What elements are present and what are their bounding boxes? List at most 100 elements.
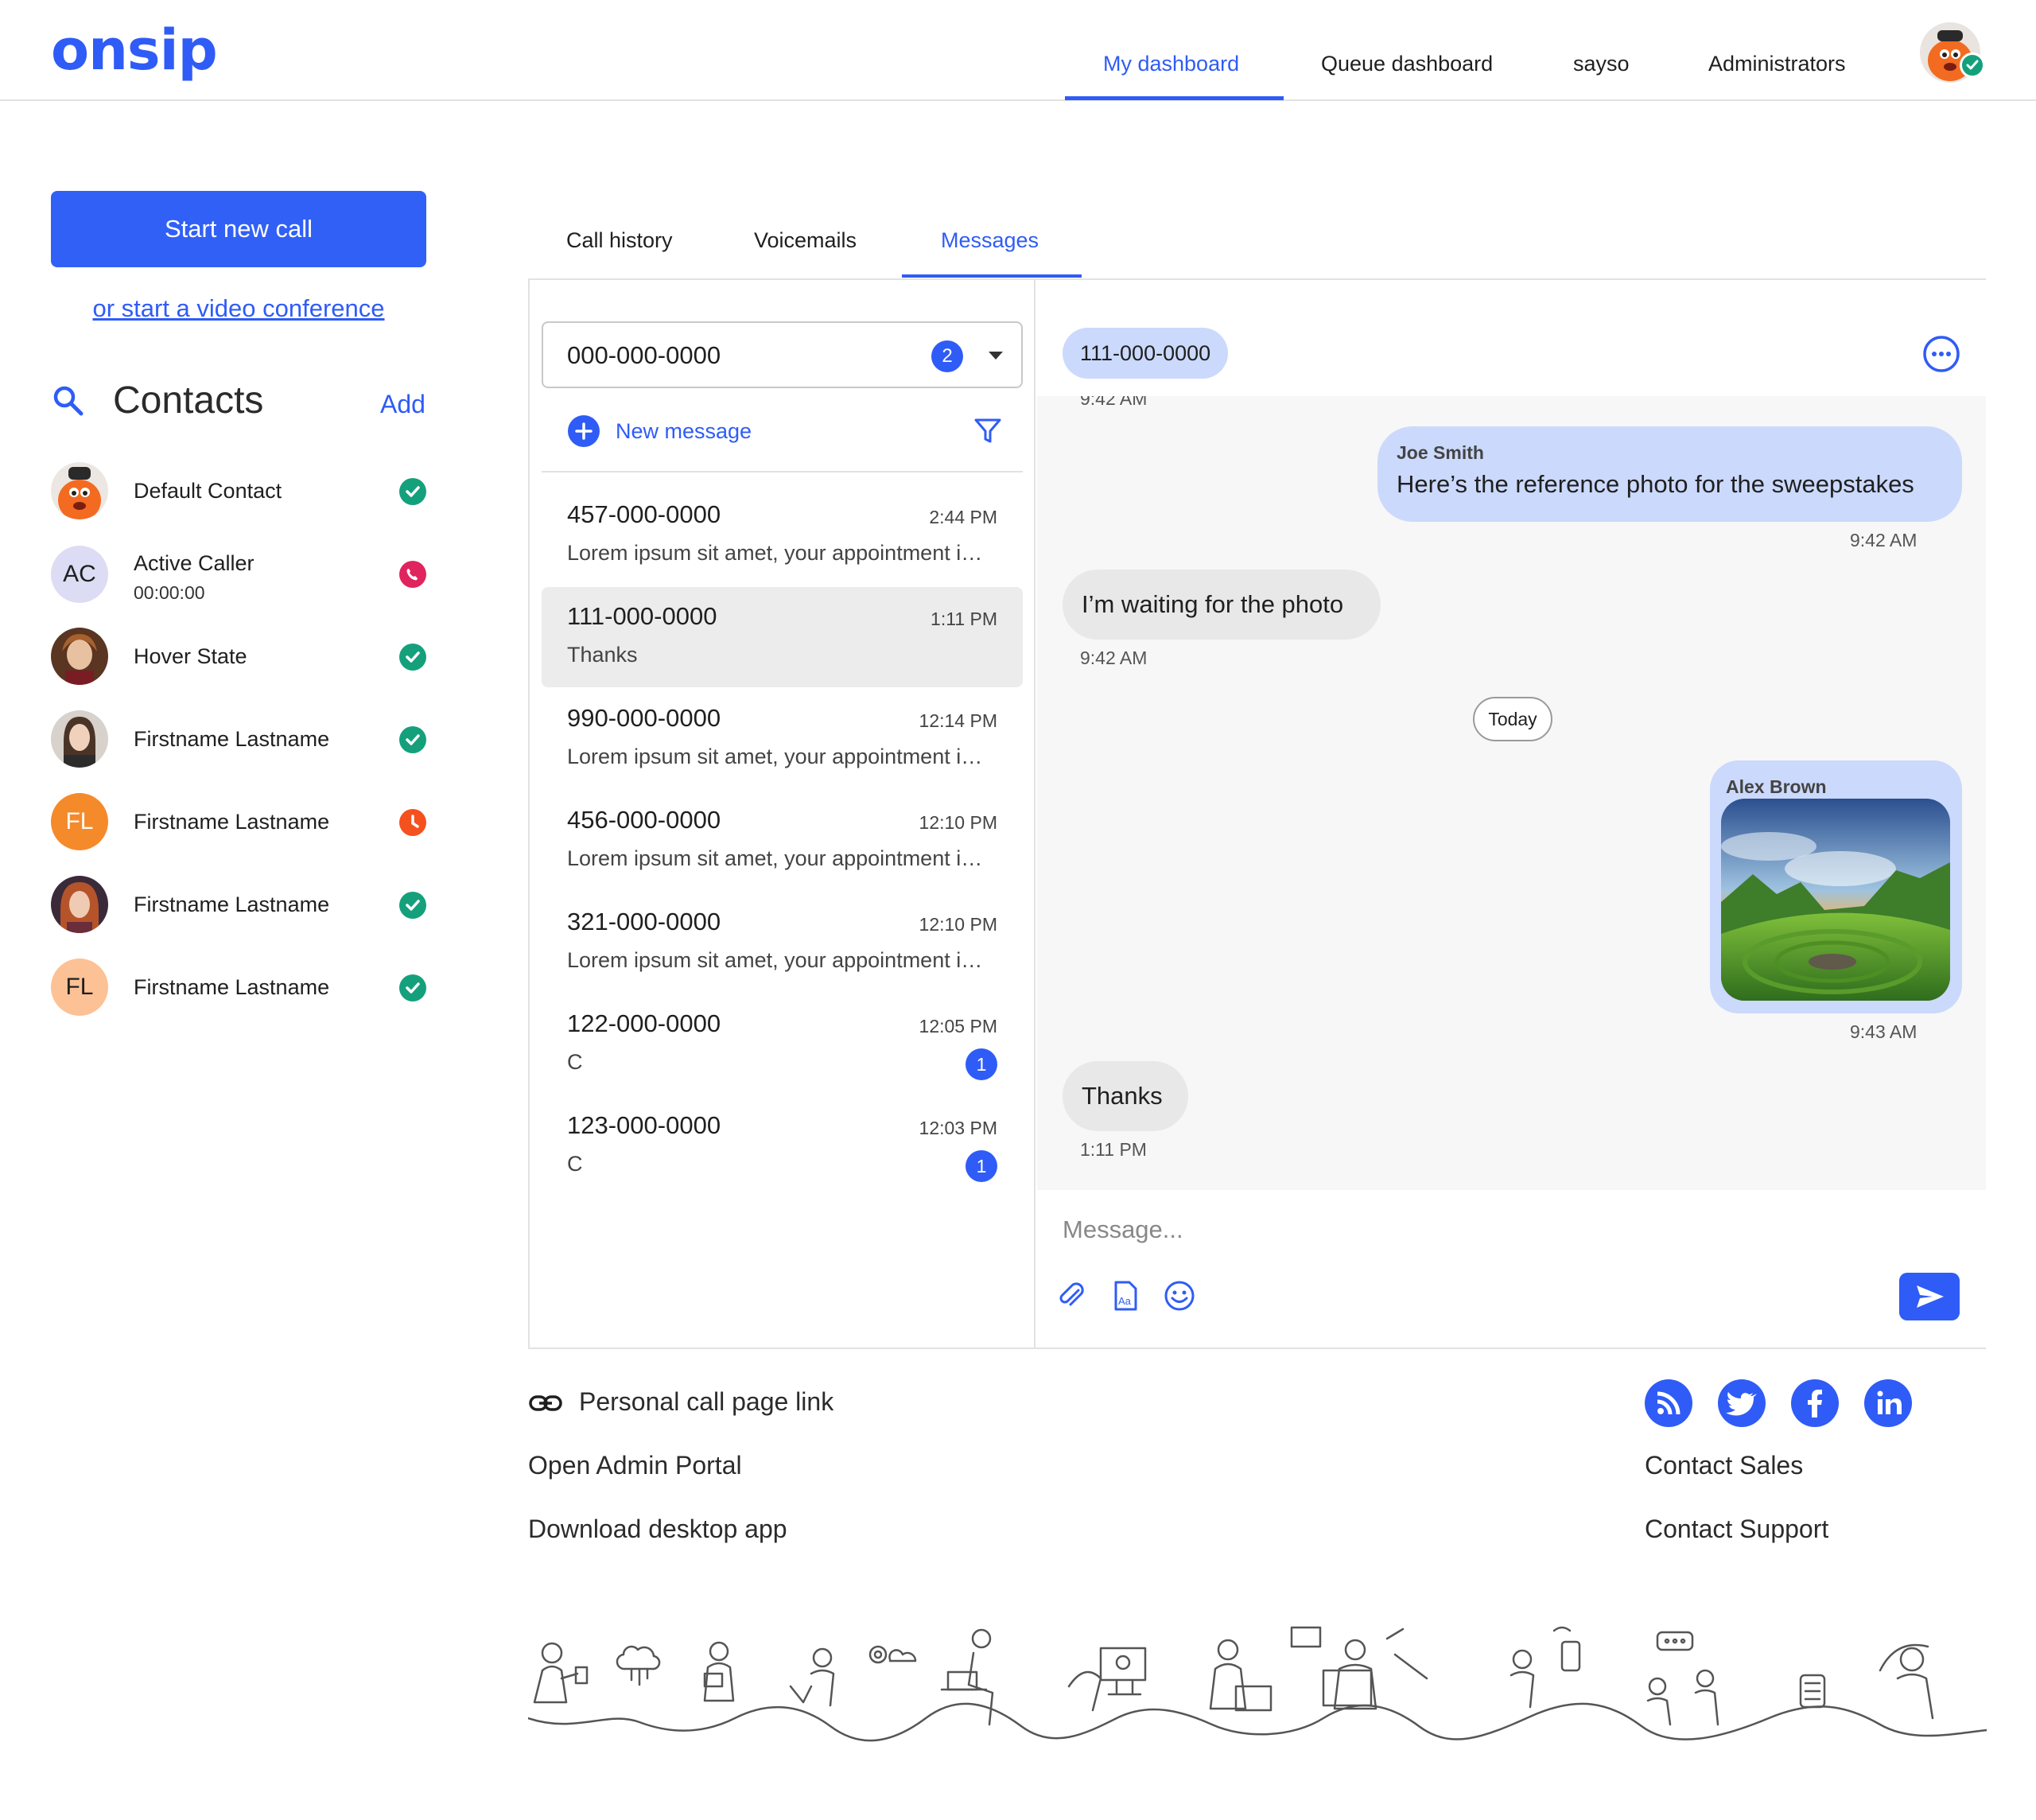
contact-avatar <box>51 710 108 768</box>
thread-time: 12:03 PM <box>919 1118 997 1138</box>
message-composer: Aa <box>1037 1190 1986 1348</box>
contact-avatar <box>51 462 108 519</box>
thread-item[interactable]: 457-000-0000 2:44 PM Lorem ipsum sit ame… <box>542 485 1023 585</box>
call-duration: 00:00:00 <box>134 582 205 603</box>
thread-unread-badge: 1 <box>966 1150 997 1182</box>
thread-number: 456-000-0000 <box>567 806 721 834</box>
facebook-icon[interactable] <box>1791 1379 1839 1427</box>
message-history[interactable]: 9:42 AM Joe Smith Here’s the reference p… <box>1037 396 1986 1190</box>
download-desktop-app-link[interactable]: Download desktop app <box>528 1511 787 1546</box>
nav-my-dashboard[interactable]: My dashboard <box>1103 48 1239 80</box>
tab-call-history[interactable]: Call history <box>566 224 673 256</box>
send-icon <box>1917 1285 1944 1308</box>
add-contact-button[interactable]: Add <box>380 387 425 422</box>
nav-queue-dashboard[interactable]: Queue dashboard <box>1321 48 1493 80</box>
contact-avatar-initials: FL <box>51 959 108 1016</box>
thread-number: 111-000-0000 <box>567 602 717 630</box>
message-text: Here’s the reference photo for the sweep… <box>1397 470 1914 498</box>
top-nav-bar: onsip My dashboard Queue dashboard sayso… <box>0 0 2036 101</box>
contact-sales-link[interactable]: Contact Sales <box>1645 1448 1803 1483</box>
unread-count-badge: 2 <box>931 340 963 372</box>
message-time: 1:11 PM <box>1080 1139 1147 1160</box>
status-on-call-icon <box>399 561 426 588</box>
send-button[interactable] <box>1899 1273 1960 1320</box>
thread-preview: Lorem ipsum sit amet, your appointment i… <box>567 948 989 972</box>
text-format-icon[interactable]: Aa <box>1109 1279 1142 1312</box>
contact-avatar-initials: AC <box>51 546 108 603</box>
status-available-icon <box>399 478 426 505</box>
message-input[interactable] <box>1063 1212 1778 1247</box>
svg-text:Aa: Aa <box>1118 1295 1132 1307</box>
open-admin-portal-link[interactable]: Open Admin Portal <box>528 1448 742 1483</box>
message-time: 9:43 AM <box>1850 1021 1917 1042</box>
message-sender: Alex Brown <box>1726 776 1827 797</box>
contact-avatar <box>51 628 108 685</box>
contact-name: Firstname Lastname <box>134 892 330 916</box>
mascot-avatar-icon <box>51 462 108 519</box>
chevron-down-icon <box>989 352 1003 360</box>
contact-item[interactable]: AC Active Caller 00:00:00 <box>51 546 433 603</box>
attachment-icon[interactable] <box>1055 1279 1088 1312</box>
thread-item-selected[interactable]: 111-000-0000 1:11 PM Thanks <box>542 587 1023 687</box>
photo-attachment[interactable] <box>1721 799 1950 1001</box>
thread-item[interactable]: 123-000-0000 12:03 PM C 1 <box>542 1096 1023 1196</box>
search-icon[interactable] <box>51 383 86 418</box>
message-time: 9:42 AM <box>1080 396 1148 409</box>
user-status-badge <box>1960 52 1985 78</box>
contact-avatar-initials: FL <box>51 793 108 850</box>
number-selector[interactable]: 000-000-0000 2 <box>542 321 1023 388</box>
thread-item[interactable]: 990-000-0000 12:14 PM Lorem ipsum sit am… <box>542 689 1023 789</box>
nav-administrators[interactable]: Administrators <box>1708 48 1846 80</box>
thread-number: 457-000-0000 <box>567 500 721 528</box>
tab-messages[interactable]: Messages <box>941 224 1039 256</box>
contact-item[interactable]: Default Contact <box>51 462 433 519</box>
thread-number: 990-000-0000 <box>567 704 721 732</box>
divider <box>542 471 1023 472</box>
nav-active-indicator <box>1065 96 1284 100</box>
contact-name: Active Caller <box>134 551 254 575</box>
message-bubble-incoming[interactable]: Thanks <box>1063 1061 1188 1131</box>
video-conference-link[interactable]: or start a video conference <box>51 290 426 328</box>
message-bubble-outgoing[interactable]: Joe Smith Here’s the reference photo for… <box>1377 426 1962 522</box>
message-bubble-incoming[interactable]: I’m waiting for the photo <box>1063 570 1381 640</box>
rss-icon[interactable] <box>1645 1379 1692 1427</box>
thread-number: 122-000-0000 <box>567 1009 721 1037</box>
thread-time: 2:44 PM <box>929 507 997 527</box>
filter-icon[interactable] <box>972 415 1004 447</box>
emoji-icon[interactable] <box>1163 1279 1196 1312</box>
plus-icon <box>568 415 600 447</box>
thread-item[interactable]: 122-000-0000 12:05 PM C 1 <box>542 994 1023 1095</box>
status-available-icon <box>399 892 426 919</box>
conversation-pane: 111-000-0000 9:42 AM Joe Smith Here’s th… <box>1037 280 1986 1348</box>
contact-item[interactable]: FL Firstname Lastname <box>51 793 433 850</box>
contact-item[interactable]: Firstname Lastname <box>51 710 433 768</box>
personal-call-page-link[interactable]: Personal call page link <box>579 1384 833 1419</box>
thread-time: 12:10 PM <box>919 812 997 833</box>
contact-name: Firstname Lastname <box>134 810 330 834</box>
start-new-call-button[interactable]: Start new call <box>51 191 426 267</box>
onsip-logo[interactable]: onsip <box>51 22 218 78</box>
conversation-contact-chip[interactable]: 111-000-0000 <box>1063 328 1229 379</box>
more-options-icon[interactable] <box>1921 334 1961 374</box>
thread-number: 321-000-0000 <box>567 908 721 935</box>
contact-item[interactable]: FL Firstname Lastname <box>51 959 433 1016</box>
twitter-icon[interactable] <box>1718 1379 1766 1427</box>
thread-preview: Lorem ipsum sit amet, your appointment i… <box>567 541 989 565</box>
status-available-icon <box>399 974 426 1001</box>
conversation-header: 111-000-0000 <box>1037 280 1986 396</box>
photo-avatar-icon <box>51 876 108 933</box>
tab-voicemails[interactable]: Voicemails <box>754 224 857 256</box>
contact-item[interactable]: Hover State <box>51 628 433 685</box>
nav-sayso[interactable]: sayso <box>1573 48 1630 80</box>
photo-avatar-icon <box>51 628 108 685</box>
thread-item[interactable]: 456-000-0000 12:10 PM Lorem ipsum sit am… <box>542 791 1023 891</box>
thread-number: 123-000-0000 <box>567 1111 721 1139</box>
contact-support-link[interactable]: Contact Support <box>1645 1511 1828 1546</box>
thread-item[interactable]: 321-000-0000 12:10 PM Lorem ipsum sit am… <box>542 892 1023 993</box>
contact-item[interactable]: Firstname Lastname <box>51 876 433 933</box>
landscape-photo-icon <box>1721 799 1950 1001</box>
linkedin-icon[interactable] <box>1864 1379 1912 1427</box>
people-doodle-illustration <box>528 1626 1987 1742</box>
status-away-icon <box>399 809 426 836</box>
thread-unread-badge: 1 <box>966 1048 997 1080</box>
